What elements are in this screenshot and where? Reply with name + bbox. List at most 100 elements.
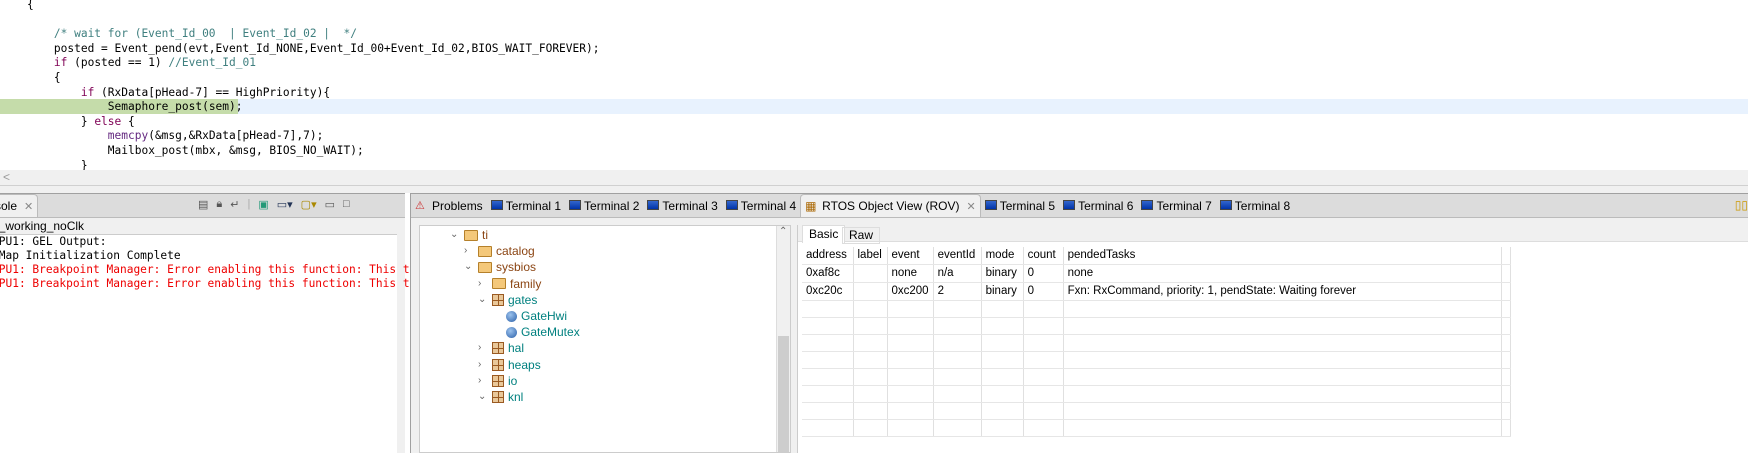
maximize-icon[interactable]: □ xyxy=(343,198,350,211)
tree-item[interactable]: › catalog xyxy=(464,243,535,259)
chevron-down-icon[interactable]: ⌄ xyxy=(464,259,474,275)
table-cell: 0xc20c xyxy=(802,282,854,301)
terminal-icon xyxy=(647,199,660,210)
rov-table-view: Basic Raw address label event eventId mode cou… xyxy=(797,225,1748,453)
empty-cell xyxy=(802,402,854,420)
tab-terminal-3[interactable]: Terminal 3 xyxy=(643,194,721,217)
tree-item-label: heaps xyxy=(508,357,541,372)
tab-terminal-7[interactable]: Terminal 7 xyxy=(1137,194,1215,217)
tab-terminal-4[interactable]: Terminal 4 xyxy=(722,194,800,217)
table-cell: Fxn: RxCommand, priority: 1, pendState: … xyxy=(1063,282,1502,301)
column-header[interactable]: label xyxy=(853,247,888,265)
empty-cell xyxy=(1501,368,1511,386)
tree-item[interactable]: › family xyxy=(478,276,541,292)
code-editor[interactable]: { /* wait for (Event_Id_00 | Event_Id_02… xyxy=(0,0,1748,170)
code-text: (posted == 1) xyxy=(67,56,169,70)
scroll-left-icon[interactable]: < xyxy=(3,170,10,184)
scroll-up-icon[interactable]: ⌃ xyxy=(779,226,787,237)
table-row[interactable] xyxy=(802,317,1511,335)
table-row[interactable] xyxy=(802,419,1511,437)
tree-item[interactable]: ⌄ sysbios xyxy=(464,259,536,275)
tree-item[interactable]: › heaps xyxy=(478,357,541,373)
chevron-down-icon[interactable]: ⌄ xyxy=(478,389,488,405)
close-icon[interactable]: ✕ xyxy=(24,200,33,213)
column-header[interactable]: event xyxy=(887,247,934,265)
scroll-lock-icon[interactable]: 🔒︎ xyxy=(216,198,222,211)
word-wrap-icon[interactable]: ↵ xyxy=(230,198,239,211)
table-row[interactable] xyxy=(802,385,1511,403)
view-menu-icon[interactable]: ▯▯ xyxy=(1735,198,1748,212)
tab-terminal-5[interactable]: Terminal 5 xyxy=(981,194,1059,217)
pin-console-icon[interactable]: ▣ xyxy=(258,198,268,211)
clear-console-icon[interactable]: ▤ xyxy=(198,198,208,211)
table-cell: 2 xyxy=(933,282,982,301)
terminal-icon xyxy=(1219,199,1232,210)
table-row[interactable] xyxy=(802,334,1511,352)
chevron-down-icon[interactable]: ⌄ xyxy=(478,292,488,308)
chevron-right-icon[interactable]: › xyxy=(478,373,488,389)
empty-cell xyxy=(1063,334,1502,352)
table-row[interactable] xyxy=(802,351,1511,369)
empty-cell xyxy=(853,385,888,403)
empty-cell xyxy=(887,351,934,369)
tab-console[interactable]: sole ✕ xyxy=(0,194,39,217)
table-row[interactable] xyxy=(802,368,1511,386)
tab-problems[interactable]: ⚠ Problems xyxy=(411,194,487,217)
tree-item[interactable]: GateMutex xyxy=(492,324,580,340)
tree-item[interactable]: ⌄ gates xyxy=(478,292,537,308)
empty-cell xyxy=(853,402,888,420)
tab-raw[interactable]: Raw xyxy=(842,227,881,244)
empty-cell xyxy=(1063,317,1502,335)
tree-item[interactable]: ⌄ knl xyxy=(478,389,523,405)
chevron-right-icon[interactable]: › xyxy=(464,243,474,259)
chevron-down-icon[interactable]: ⌄ xyxy=(450,227,460,243)
column-header[interactable]: address xyxy=(802,247,854,265)
display-console-icon[interactable]: ▭▾ xyxy=(277,198,293,211)
column-header[interactable]: pendedTasks xyxy=(1063,247,1502,265)
tree-vertical-scrollbar[interactable]: ⌃ xyxy=(776,226,790,452)
table-row[interactable]: 0xc20c 0xc200 2 binary 0 Fxn: RxCommand, prio… xyxy=(802,282,1511,301)
tab-terminal-1[interactable]: Terminal 1 xyxy=(487,194,565,217)
table-cell xyxy=(853,282,888,301)
new-console-icon[interactable]: ▢▾ xyxy=(301,198,317,211)
tree-item[interactable]: GateHwi xyxy=(492,308,567,324)
code-line: /* wait for (Event_Id_00 | Event_Id_02 |… xyxy=(0,26,1748,41)
tree-item[interactable]: ⌄ ti xyxy=(450,227,488,243)
empty-cell xyxy=(1023,385,1064,403)
tab-basic[interactable]: Basic xyxy=(802,225,846,243)
package-icon xyxy=(492,342,504,355)
close-icon[interactable]: ✕ xyxy=(967,200,976,213)
code-line: { xyxy=(0,70,1748,85)
empty-cell xyxy=(1063,368,1502,386)
empty-cell xyxy=(1023,317,1064,335)
code-text: (RxData[pHead-7] == HighPriority){ xyxy=(94,85,331,99)
tab-terminal-2[interactable]: Terminal 2 xyxy=(565,194,643,217)
column-header[interactable]: mode xyxy=(981,247,1024,265)
tree-item-label: GateHwi xyxy=(521,309,568,323)
tree-item[interactable]: › hal xyxy=(478,340,524,356)
table-row[interactable]: 0xaf8c none n/a binary 0 none xyxy=(802,264,1511,283)
console-output[interactable]: CPU1: GEL Output: Map Initialization Com… xyxy=(0,234,410,453)
folder-icon xyxy=(478,261,492,273)
chevron-right-icon[interactable]: › xyxy=(478,357,488,373)
empty-cell xyxy=(1023,351,1064,369)
tab-terminal-6[interactable]: Terminal 6 xyxy=(1059,194,1137,217)
empty-cell xyxy=(933,402,982,420)
table-row[interactable] xyxy=(802,402,1511,420)
terminal-icon xyxy=(1141,199,1154,210)
table-row[interactable] xyxy=(802,300,1511,318)
tab-rtos-object-view-rov[interactable]: ▦ RTOS Object View (ROV) ✕ xyxy=(800,194,981,217)
tab-terminal-8[interactable]: Terminal 8 xyxy=(1216,194,1294,217)
chevron-right-icon[interactable]: › xyxy=(478,340,488,356)
minimize-icon[interactable]: ▭ xyxy=(325,198,335,211)
editor-horizontal-scrollbar[interactable]: < xyxy=(0,170,1748,186)
empty-cell xyxy=(1501,419,1511,437)
chevron-right-icon[interactable]: › xyxy=(478,276,488,292)
column-header[interactable]: eventId xyxy=(933,247,982,265)
column-header[interactable]: count xyxy=(1023,247,1064,265)
rov-module-tree[interactable]: ⌃ ⌄ ti › catalog ⌄ sysbios › family ⌄ gates GateHw… xyxy=(419,225,791,453)
tree-item[interactable]: › io xyxy=(478,373,517,389)
terminal-icon xyxy=(1063,199,1076,210)
empty-cell xyxy=(1063,402,1502,420)
